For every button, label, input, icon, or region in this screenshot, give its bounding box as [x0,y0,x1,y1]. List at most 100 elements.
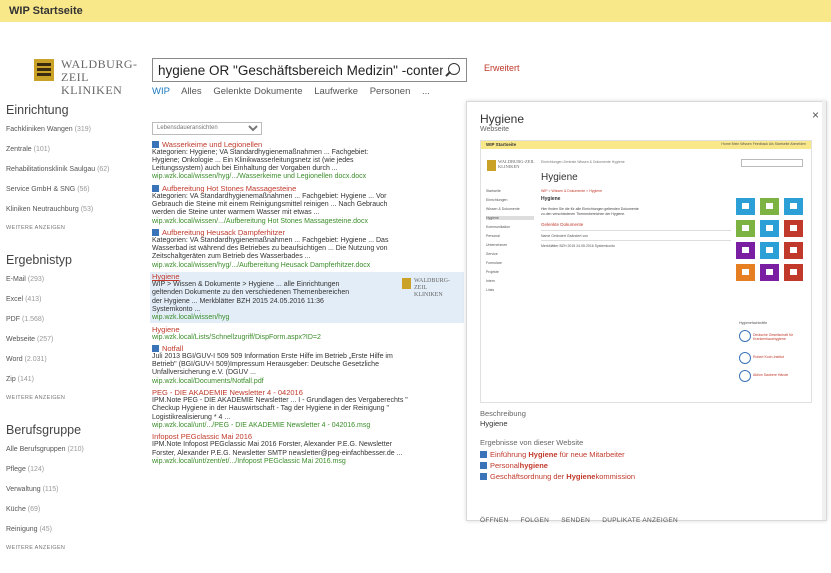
refiner-item[interactable]: E-Mail (293) [6,275,144,285]
result-url[interactable]: wip.wzk.local/wissen/hyg [152,314,464,322]
result-snippet: Juli 2013 BGI/GUV-I 509 509 Information … [152,352,393,360]
tab-alles[interactable]: Alles [181,86,202,97]
result-title-link[interactable]: Infopost PEGclassic Mai 2016 [152,432,462,441]
tab-wip[interactable]: WIP [152,86,170,97]
refiner-item[interactable]: Service GmbH & SNG (56) [6,185,144,195]
refiner-label: E-Mail [6,276,28,283]
tab-gelenkte-dokumente[interactable]: Gelenkte Dokumente [213,86,302,97]
search-result[interactable]: Aufbereitung Hot Stones Massagesteine Kat… [152,184,462,226]
result-url[interactable]: wip.wzk.local/unt/zent/et/.../Infopost P… [152,458,462,466]
result-url[interactable]: wip.wzk.local/Lists/Schnellzugriff/DispF… [152,334,462,342]
document-icon [480,462,487,469]
result-title-link[interactable]: Hygiene [152,325,462,334]
thumb-sidebar-item: Unternehmen [486,243,508,247]
page-thumbnail[interactable]: WIP Startseite Home Mein Wissen Feedback… [480,140,812,403]
result-title: Hygiene [152,272,180,282]
document-icon [152,228,159,236]
refiner-count: (2.031) [24,356,47,363]
refiner-item[interactable]: PDF (1.568) [6,315,144,325]
refiner-count: (124) [27,466,45,473]
refiner-count: (210) [67,446,84,453]
refiner-item[interactable]: Fachkliniken Wangen (319) [6,125,144,135]
result-snippet: Wasserbad ist während des Betriebes zu b… [152,245,388,253]
refiner-item[interactable]: Rehabilitationsklinik Saulgau (62) [6,165,144,175]
sort-select[interactable]: Lebensdaueransichten [152,121,262,135]
result-snippet: Zeitschaltgeräten zum Betrieb des Wasser… [152,253,311,261]
show-more-link[interactable]: WEITERE ANZEIGEN [6,225,144,231]
crest-icon [34,59,54,81]
show-more-link[interactable]: WEITERE ANZEIGEN [6,545,144,551]
search-result[interactable]: Hygiene WIP > Wissen & Dokumente > Hygien… [150,272,464,323]
logo-text: WALDBURG-ZEIL KLINIKEN [61,57,138,97]
thumb-sidebar-item: Formulare [486,261,502,265]
search-result[interactable]: PEG - DIE AKADEMIE Newsletter 4 - 042016… [152,388,462,430]
result-title-link[interactable]: Aufbereitung Hot Stones Massagesteine [152,184,462,193]
result-title-link[interactable]: Wasserkeime und Legionellen [152,140,462,149]
thumb-logo-line: WALDBURG-ZEIL [414,278,450,292]
site-result-link[interactable]: Einführung Hygiene für neue Mitarbeiter [480,449,635,460]
close-icon[interactable]: × [812,108,819,122]
thumb-sidebar-item: Startseite [486,189,501,193]
result-url[interactable]: wip.wzk.local/wissen/hyg/.../Wasserkeime… [152,173,462,181]
refiner-label: Zip [6,376,18,383]
thumb-tile-icon [760,242,779,259]
tab-personen[interactable]: Personen [370,86,411,97]
thumb-tile-icon [736,264,755,281]
thumb-sidebar-item: Intern [486,279,495,283]
send-button[interactable]: SENDEN [561,517,590,524]
thumb-sidebar-item: Links [486,288,495,292]
result-url[interactable]: wip.wzk.local/unt/.../PEG - DIE AKADEMIE… [152,422,462,430]
refiner-count: (101) [33,146,50,153]
thumb-sidebar-item: Personal [486,234,500,238]
follow-button[interactable]: FOLGEN [521,517,550,524]
thumb-sidebar-item: Einrichtungen [486,198,508,202]
thumb-sidebar-item: Service [486,252,498,256]
search-vertical-tabs: WIP Alles Gelenkte Dokumente Laufwerke P… [152,86,439,97]
refiner-item[interactable]: Kliniken Neutrauchburg (53) [6,205,144,215]
search-result[interactable]: Notfall Juli 2013 BGI/GUV-I 509 509 Infor… [152,344,462,386]
show-duplicates-button[interactable]: DUPLIKATE ANZEIGEN [602,517,678,524]
site-result-link[interactable]: Geschäftsordnung der Hygienekommission [480,471,635,482]
search-result[interactable]: Hygiene wip.wzk.local/Lists/Schnellzugrif… [152,325,462,342]
refiner-label: Zentrale [6,146,34,153]
result-title-link[interactable]: Aufbereitung Heusack Dampferhitzer [152,228,462,237]
site-results: Einführung Hygiene für neue Mitarbeiter P… [480,449,635,482]
refiner-label: Verwaltung [6,486,43,493]
result-url[interactable]: wip.wzk.local/Documents/Notfall.pdf [152,378,462,386]
site-title[interactable]: WIP Startseite [9,5,83,17]
result-title-link[interactable]: Notfall [152,344,462,353]
scrollbar[interactable] [822,100,826,520]
result-url[interactable]: wip.wzk.local/wissen/hyg/.../Aufbereitun… [152,262,462,270]
thumb-body: WIP > Wissen & Dokumente > Hygiene Hygie… [541,189,731,250]
result-url[interactable]: wip.wzk.local/wissen/.../Aufbereitung Ho… [152,218,462,226]
refiner-title: Ergebnistyp [6,253,73,267]
search-input[interactable] [153,59,448,81]
thumb-tile-icon [736,220,755,237]
refiner-item[interactable]: Word (2.031) [6,355,144,365]
search-result[interactable]: Aufbereitung Heusack Dampferhitzer Katego… [152,228,462,270]
show-more-link[interactable]: WEITERE ANZEIGEN [6,395,144,401]
refiner-item[interactable]: Alle Berufsgruppen (210) [6,445,144,455]
open-button[interactable]: ÖFFNEN [480,517,509,524]
tab-more[interactable]: ... [422,86,430,97]
description-value: Hygiene [480,419,508,428]
site-result-link[interactable]: Personalhygiene [480,460,635,471]
refiner-item[interactable]: Verwaltung (115) [6,485,144,495]
refiner-item[interactable]: Pflege (124) [6,465,144,475]
refiner-item[interactable]: Zip (141) [6,375,144,385]
refiner-item[interactable]: Webseite (257) [6,335,144,345]
advanced-search-link[interactable]: Erweitert [484,63,520,73]
refiner-item[interactable]: Küche (69) [6,505,144,515]
refiner-item[interactable]: Zentrale (101) [6,145,144,155]
thumb-sidebar-item: Projekte [486,270,499,274]
refiner-item[interactable]: Excel (413) [6,295,144,305]
site-logo[interactable]: WALDBURG-ZEIL KLINIKEN [34,58,144,97]
refiner-label: Word [6,356,25,363]
search-box [152,58,467,82]
search-result[interactable]: Wasserkeime und Legionellen Kategorien: H… [152,140,462,182]
search-icon[interactable] [448,63,460,75]
result-title-link[interactable]: PEG - DIE AKADEMIE Newsletter 4 - 042016 [152,388,462,397]
refiner-item[interactable]: Reinigung (45) [6,525,144,535]
search-result[interactable]: Infopost PEGclassic Mai 2016 IPM.Note Inf… [152,432,462,466]
tab-laufwerke[interactable]: Laufwerke [314,86,358,97]
